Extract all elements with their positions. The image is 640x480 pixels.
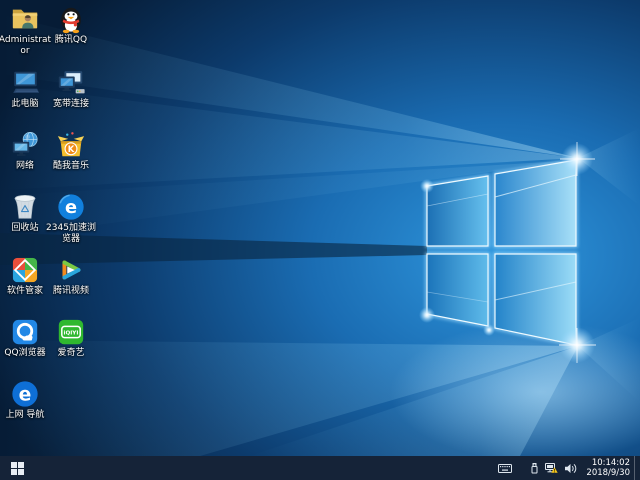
- desktop-icon-tencent-qq[interactable]: 腾讯QQ: [43, 4, 99, 46]
- icon-label: 上网 导航: [6, 410, 45, 421]
- iqiyi-text-glyph: iQIYI: [64, 330, 79, 336]
- icon-label: 腾讯视频: [53, 286, 89, 297]
- system-tray: 10:14:02 2018/9/30: [495, 456, 640, 480]
- icon-label: 腾讯QQ: [55, 35, 87, 46]
- icon-label: 网络: [16, 161, 34, 172]
- desktop-icon-iqiyi[interactable]: iQIYI 爱奇艺: [43, 317, 99, 359]
- windows-logo-icon: [11, 462, 24, 475]
- icon-label: 此电脑: [11, 99, 38, 110]
- icon-label: 酷我音乐: [53, 161, 89, 172]
- color-squares-icon: [10, 255, 40, 285]
- volume-icon[interactable]: [561, 456, 580, 480]
- blue-q-cloud-icon: [10, 317, 40, 347]
- user-folder-icon: [10, 4, 40, 34]
- blue-e-circle-icon: e: [10, 379, 40, 409]
- iqiyi-green-icon: iQIYI: [56, 317, 86, 347]
- icon-label: 爱奇艺: [57, 348, 84, 359]
- show-desktop-button[interactable]: [634, 456, 640, 480]
- kuwo-k-glyph: K: [68, 144, 75, 154]
- taskbar: 10:14:02 2018/9/30: [0, 456, 640, 480]
- desktop-icon-broadband[interactable]: 宽带连接: [43, 68, 99, 110]
- globe-computer-icon: [10, 130, 40, 160]
- computer-icon: [10, 68, 40, 98]
- music-box-icon: K: [56, 130, 86, 160]
- touch-keyboard-icon[interactable]: [495, 456, 515, 480]
- blue-e-icon: e: [56, 192, 86, 222]
- clock-time: 10:14:02: [586, 458, 630, 468]
- icon-label: 宽带连接: [53, 99, 89, 110]
- icon-label: 回收站: [11, 223, 38, 234]
- icon-label: QQ浏览器: [4, 348, 45, 359]
- e-glyph: e: [65, 197, 77, 218]
- taskbar-clock[interactable]: 10:14:02 2018/9/30: [586, 458, 630, 478]
- recycle-bin-icon: [10, 192, 40, 222]
- desktop-icon-tencent-video[interactable]: 腾讯视频: [43, 255, 99, 297]
- clock-date: 2018/9/30: [586, 468, 630, 478]
- e-glyph: e: [19, 385, 32, 406]
- icon-label: 软件管家: [7, 286, 43, 297]
- desktop-icon-kuwo-music[interactable]: K 酷我音乐: [43, 130, 99, 172]
- desktop-icon-2345-browser[interactable]: e 2345加速浏览器: [43, 192, 99, 245]
- two-computers-icon: [56, 68, 86, 98]
- qq-penguin-icon: [56, 4, 86, 34]
- network-warning-icon[interactable]: [542, 456, 561, 480]
- desktop-icon-web-navigation[interactable]: e 上网 导航: [0, 379, 53, 421]
- start-button[interactable]: [0, 456, 34, 480]
- usb-device-icon[interactable]: [527, 456, 542, 480]
- screen: Administrator 腾讯QQ 此电脑: [0, 0, 640, 480]
- play-triangle-icon: [56, 255, 86, 285]
- icon-label: 2345加速浏览器: [43, 223, 99, 245]
